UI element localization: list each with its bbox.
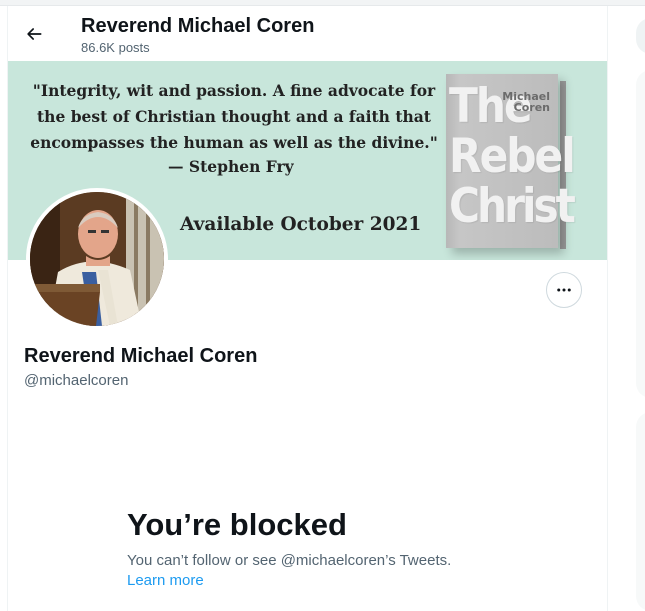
arrow-left-icon [27,28,42,40]
profile-header: Reverend Michael Coren 86.6K posts [8,6,607,61]
posts-count: 86.6K posts [81,40,150,55]
more-horizontal-icon [557,288,571,292]
banner-quote: "Integrity, wit and passion. A fine advo… [30,81,438,152]
sidebar-panel-bottom [636,412,645,611]
sidebar-panel-top [636,70,645,398]
blocked-title: You’re blocked [127,507,347,542]
profile-name: Reverend Michael Coren [24,345,258,367]
avatar[interactable] [26,188,168,330]
right-sidebar [616,6,645,611]
search-box[interactable] [636,18,645,54]
book-author-line-2: Coren [513,101,550,114]
blocked-message: You can’t follow or see @michaelcoren’s … [127,552,452,569]
back-button[interactable] [20,20,48,48]
book-author: Michael Coren [480,91,550,113]
book-title-line-2: Rebel [449,129,576,184]
profile-column: Reverend Michael Coren 86.6K posts "Inte… [7,6,608,611]
learn-more-link[interactable]: Learn more [127,572,204,589]
header-title: Reverend Michael Coren [81,15,315,37]
banner-availability: Available October 2021 [180,214,422,235]
banner-attribution: — Stephen Fry [168,157,294,176]
book-title-line-3: Christ [449,179,576,234]
profile-handle: @michaelcoren [24,372,129,389]
more-options-button[interactable] [546,272,582,308]
avatar-photo [30,192,164,326]
book-cover: The Rebel Christ Michael Coren [446,74,576,248]
